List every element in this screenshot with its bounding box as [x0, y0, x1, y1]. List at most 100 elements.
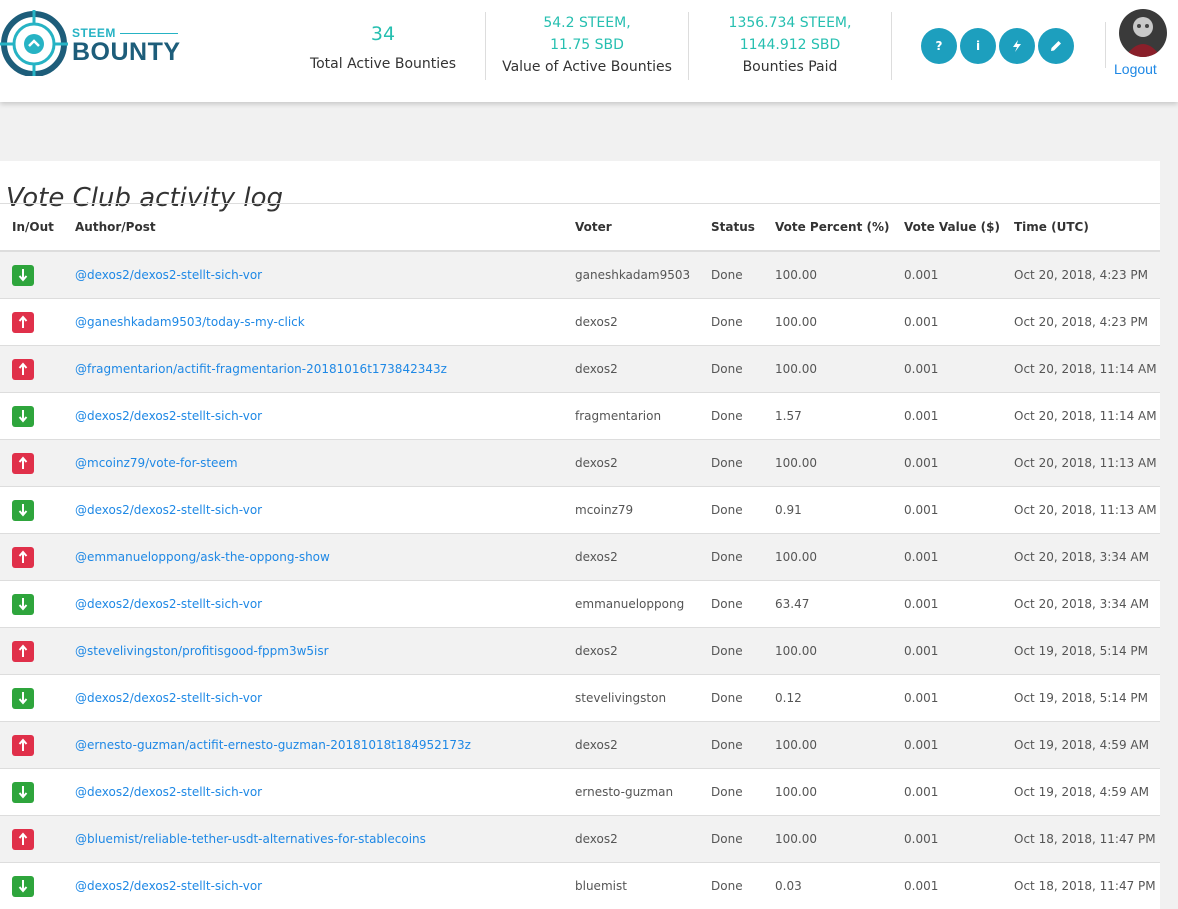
column-header-vote-percent[interactable]: Vote Percent (%) [775, 204, 904, 252]
cell-in-out [0, 863, 75, 909]
cell-vote-percent: 100.00 [775, 346, 904, 393]
post-link[interactable]: @ernesto-guzman/actifit-ernesto-guzman-2… [75, 738, 471, 752]
cell-voter: dexos2 [575, 628, 711, 675]
column-header-in-out[interactable]: In/Out [0, 204, 75, 252]
cell-status: Done [711, 346, 775, 393]
cell-vote-percent: 0.03 [775, 863, 904, 909]
cell-vote-value: 0.001 [904, 769, 1014, 816]
column-header-status[interactable]: Status [711, 204, 775, 252]
column-header-author-post[interactable]: Author/Post [75, 204, 575, 252]
stat-label: Value of Active Bounties [486, 56, 688, 78]
info-button[interactable]: i [960, 28, 996, 64]
logout-link[interactable]: Logout [1114, 61, 1157, 77]
cell-voter: ganeshkadam9503 [575, 251, 711, 299]
cell-in-out [0, 675, 75, 722]
post-link[interactable]: @dexos2/dexos2-stellt-sich-vor [75, 268, 262, 282]
steem-bounty-logo[interactable]: STEEM BOUNTY [0, 8, 190, 78]
avatar[interactable] [1119, 9, 1167, 57]
cell-vote-percent: 100.00 [775, 769, 904, 816]
cell-time: Oct 19, 2018, 5:14 PM [1014, 628, 1160, 675]
cell-author-post: @bluemist/reliable-tether-usdt-alternati… [75, 816, 575, 863]
cell-status: Done [711, 440, 775, 487]
cell-status: Done [711, 675, 775, 722]
cell-author-post: @dexos2/dexos2-stellt-sich-vor [75, 487, 575, 534]
stat-value-sbd: 11.75 SBD [486, 34, 688, 56]
cell-status: Done [711, 487, 775, 534]
cell-in-out [0, 299, 75, 346]
incoming-arrow-icon [12, 500, 34, 521]
cell-time: Oct 18, 2018, 11:47 PM [1014, 863, 1160, 909]
cell-in-out [0, 581, 75, 628]
table-header-row: In/Out Author/Post Voter Status Vote Per… [0, 204, 1160, 252]
cell-vote-percent: 100.00 [775, 251, 904, 299]
outgoing-arrow-icon [12, 453, 34, 474]
cell-time: Oct 20, 2018, 11:13 AM [1014, 487, 1160, 534]
table-row: @dexos2/dexos2-stellt-sich-vor ganeshkada… [0, 251, 1160, 299]
cell-vote-percent: 100.00 [775, 722, 904, 769]
cell-vote-percent: 100.00 [775, 816, 904, 863]
cell-time: Oct 20, 2018, 4:23 PM [1014, 251, 1160, 299]
post-link[interactable]: @emmanueloppong/ask-the-oppong-show [75, 550, 330, 564]
cell-status: Done [711, 769, 775, 816]
post-link[interactable]: @ganeshkadam9503/today-s-my-click [75, 315, 305, 329]
incoming-arrow-icon [12, 782, 34, 803]
lightning-button[interactable] [999, 28, 1035, 64]
table-row: @dexos2/dexos2-stellt-sich-vormcoinz79Do… [0, 487, 1160, 534]
post-link[interactable]: @mcoinz79/vote-for-steem [75, 456, 238, 470]
cell-author-post: @emmanueloppong/ask-the-oppong-show [75, 534, 575, 581]
cell-author-post: @dexos2/dexos2-stellt-sich-vor [75, 863, 575, 909]
post-link[interactable]: @dexos2/dexos2-stellt-sich-vor [75, 691, 262, 705]
table-row: @mcoinz79/vote-for-steemdexos2Done100.00… [0, 440, 1160, 487]
incoming-arrow-icon [12, 876, 34, 897]
table-row: @ganeshkadam9503/today-s-my-clickdexos2D… [0, 299, 1160, 346]
cell-author-post: @mcoinz79/vote-for-steem [75, 440, 575, 487]
edit-button[interactable] [1038, 28, 1074, 64]
cell-vote-percent: 100.00 [775, 628, 904, 675]
incoming-arrow-icon [12, 406, 34, 427]
cell-voter: emmanueloppong [575, 581, 711, 628]
cell-status: Done [711, 251, 775, 299]
post-link[interactable]: @dexos2/dexos2-stellt-sich-vor [75, 409, 262, 423]
cell-author-post: @dexos2/dexos2-stellt-sich-vor [75, 251, 575, 299]
table-row: @dexos2/dexos2-stellt-sich-vorernesto-gu… [0, 769, 1160, 816]
avatar-image [1119, 9, 1167, 57]
help-button[interactable]: ? [921, 28, 957, 64]
help-icon: ? [936, 39, 943, 53]
cell-time: Oct 20, 2018, 4:23 PM [1014, 299, 1160, 346]
cell-voter: dexos2 [575, 722, 711, 769]
cell-vote-percent: 0.91 [775, 487, 904, 534]
post-link[interactable]: @fragmentarion/actifit-fragmentarion-201… [75, 362, 447, 376]
cell-vote-value: 0.001 [904, 816, 1014, 863]
cell-status: Done [711, 816, 775, 863]
target-logo-icon [0, 8, 68, 76]
post-link[interactable]: @stevelivingston/profitisgood-fppm3w5isr [75, 644, 329, 658]
outgoing-arrow-icon [12, 359, 34, 380]
cell-vote-value: 0.001 [904, 722, 1014, 769]
incoming-arrow-icon [12, 594, 34, 615]
stat-value-steem: 54.2 STEEM, [486, 12, 688, 34]
cell-author-post: @dexos2/dexos2-stellt-sich-vor [75, 581, 575, 628]
cell-in-out [0, 722, 75, 769]
post-link[interactable]: @bluemist/reliable-tether-usdt-alternati… [75, 832, 426, 846]
cell-vote-value: 0.001 [904, 534, 1014, 581]
post-link[interactable]: @dexos2/dexos2-stellt-sich-vor [75, 879, 262, 893]
column-header-vote-value[interactable]: Vote Value ($) [904, 204, 1014, 252]
column-header-time[interactable]: Time (UTC) [1014, 204, 1160, 252]
cell-vote-value: 0.001 [904, 675, 1014, 722]
stat-label: Total Active Bounties [300, 53, 466, 75]
post-link[interactable]: @dexos2/dexos2-stellt-sich-vor [75, 785, 262, 799]
cell-voter: dexos2 [575, 534, 711, 581]
cell-vote-percent: 100.00 [775, 534, 904, 581]
post-link[interactable]: @dexos2/dexos2-stellt-sich-vor [75, 503, 262, 517]
outgoing-arrow-icon [12, 547, 34, 568]
cell-author-post: @dexos2/dexos2-stellt-sich-vor [75, 769, 575, 816]
cell-vote-value: 0.001 [904, 581, 1014, 628]
post-link[interactable]: @dexos2/dexos2-stellt-sich-vor [75, 597, 262, 611]
cell-author-post: @ganeshkadam9503/today-s-my-click [75, 299, 575, 346]
cell-author-post: @fragmentarion/actifit-fragmentarion-201… [75, 346, 575, 393]
cell-voter: dexos2 [575, 346, 711, 393]
outgoing-arrow-icon [12, 312, 34, 333]
table-row: @emmanueloppong/ask-the-oppong-show dexos… [0, 534, 1160, 581]
cell-author-post: @dexos2/dexos2-stellt-sich-vor [75, 675, 575, 722]
column-header-voter[interactable]: Voter [575, 204, 711, 252]
